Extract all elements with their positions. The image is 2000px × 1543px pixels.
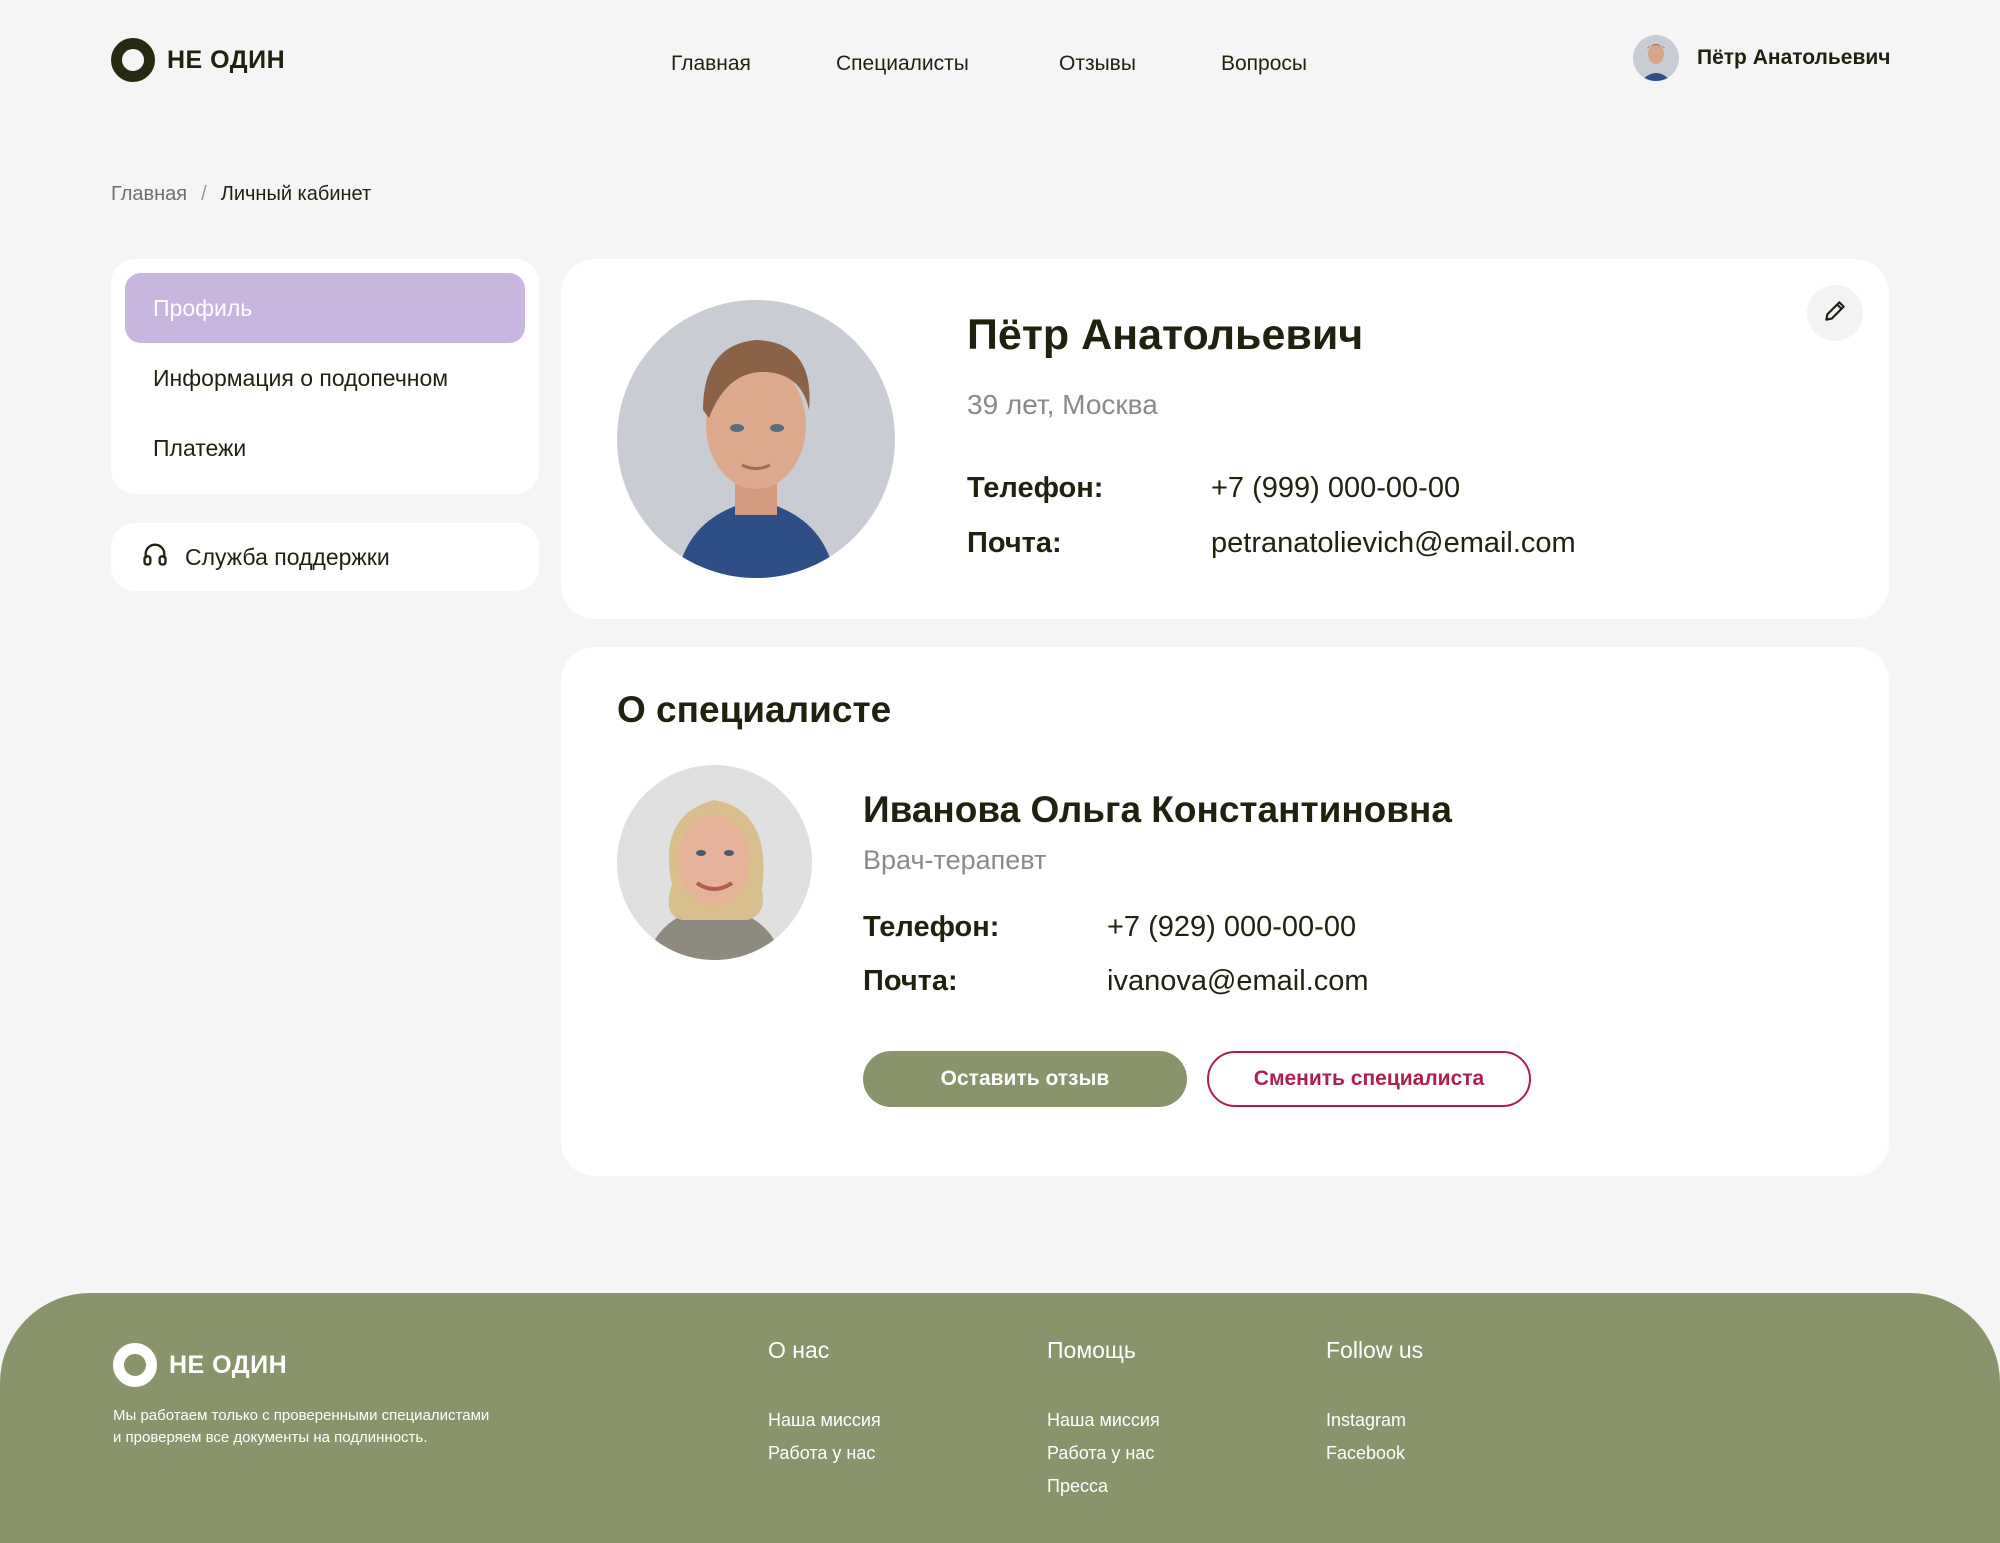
- specialist-name: Иванова Ольга Константиновна: [863, 789, 1452, 830]
- avatar: [1633, 35, 1679, 81]
- footer-logo[interactable]: НЕ ОДИН: [113, 1343, 287, 1387]
- sidebar-item-ward-info[interactable]: Информация о подопечном: [125, 343, 525, 413]
- sidebar-item-profile[interactable]: Профиль: [125, 273, 525, 343]
- logo-text: НЕ ОДИН: [167, 45, 286, 74]
- specialist-photo: [617, 765, 812, 960]
- footer-column-help: Помощь Наша миссия Работа у нас Пресса: [1047, 1337, 1160, 1503]
- nav-home[interactable]: Главная: [671, 52, 751, 76]
- profile-phone-label: Телефон:: [967, 472, 1104, 504]
- profile-email-value: petranatolievich@email.com: [1211, 527, 1576, 559]
- nav-questions[interactable]: Вопросы: [1221, 52, 1307, 76]
- breadcrumb-home[interactable]: Главная: [111, 183, 187, 206]
- profile-card: Пётр Анатольевич 39 лет, Москва Телефон:…: [561, 259, 1889, 619]
- leave-review-button[interactable]: Оставить отзыв: [863, 1051, 1187, 1107]
- breadcrumb-separator: /: [201, 183, 207, 205]
- user-menu[interactable]: Пётр Анатольевич: [1633, 35, 1891, 81]
- footer-column-follow: Follow us Instagram Facebook: [1326, 1337, 1423, 1470]
- footer-description: Мы работаем только с проверенными специа…: [113, 1407, 490, 1446]
- logo-ring-icon: [113, 1343, 157, 1387]
- footer-link[interactable]: Пресса: [1047, 1470, 1160, 1503]
- profile-name: Пётр Анатольевич: [967, 311, 1364, 359]
- specialist-email-label: Почта:: [863, 965, 958, 997]
- breadcrumb-current: Личный кабинет: [220, 183, 372, 205]
- footer-column-about: О нас Наша миссия Работа у нас: [768, 1337, 881, 1470]
- nav-specialists[interactable]: Специалисты: [836, 52, 969, 76]
- footer-link[interactable]: Наша миссия: [768, 1404, 881, 1437]
- sidebar-menu: Профиль Информация о подопечном Платежи: [111, 259, 539, 494]
- specialist-phone-value: +7 (929) 000-00-00: [1107, 911, 1357, 943]
- edit-profile-button[interactable]: [1807, 285, 1863, 341]
- footer-link[interactable]: Наша миссия: [1047, 1404, 1160, 1437]
- user-name: Пётр Анатольевич: [1697, 46, 1891, 69]
- sidebar-item-label: Информация о подопечном: [153, 364, 449, 391]
- nav-reviews[interactable]: Отзывы: [1059, 52, 1136, 76]
- section-title: О специалисте: [617, 689, 892, 730]
- profile-photo: [617, 300, 895, 578]
- footer-column-title: Follow us: [1326, 1337, 1424, 1363]
- headphones-icon: [141, 540, 169, 574]
- specialist-email-value: ivanova@email.com: [1107, 965, 1369, 997]
- footer-logo-text: НЕ ОДИН: [169, 1350, 288, 1379]
- sidebar-item-payments[interactable]: Платежи: [125, 413, 525, 483]
- footer-link-instagram[interactable]: Instagram: [1326, 1404, 1423, 1437]
- breadcrumb: Главная / Личный кабинет: [111, 183, 371, 206]
- support-label: Служба поддержки: [185, 543, 390, 570]
- footer: НЕ ОДИН Мы работаем только с проверенным…: [0, 1293, 2000, 1543]
- profile-phone-value: +7 (999) 000-00-00: [1211, 472, 1461, 504]
- change-specialist-button[interactable]: Сменить специалиста: [1207, 1051, 1531, 1107]
- pencil-icon: [1822, 298, 1848, 329]
- specialist-card: О специалисте Иванова Ольга Константинов…: [561, 647, 1889, 1176]
- footer-link[interactable]: Работа у нас: [768, 1437, 881, 1470]
- profile-email-label: Почта:: [967, 527, 1062, 559]
- logo[interactable]: НЕ ОДИН: [111, 38, 285, 82]
- page: НЕ ОДИН Главная Специалисты Отзывы Вопро…: [0, 0, 2000, 1543]
- profile-subtitle: 39 лет, Москва: [967, 389, 1158, 420]
- specialist-phone-label: Телефон:: [863, 911, 1000, 943]
- footer-column-title: О нас: [768, 1337, 830, 1363]
- footer-link[interactable]: Работа у нас: [1047, 1437, 1160, 1470]
- footer-link-facebook[interactable]: Facebook: [1326, 1437, 1423, 1470]
- support-button[interactable]: Служба поддержки: [111, 523, 539, 591]
- sidebar-item-label: Профиль: [153, 294, 253, 321]
- logo-ring-icon: [111, 38, 155, 82]
- footer-column-title: Помощь: [1047, 1337, 1136, 1363]
- specialist-role: Врач-терапевт: [863, 845, 1047, 875]
- sidebar-item-label: Платежи: [153, 434, 247, 461]
